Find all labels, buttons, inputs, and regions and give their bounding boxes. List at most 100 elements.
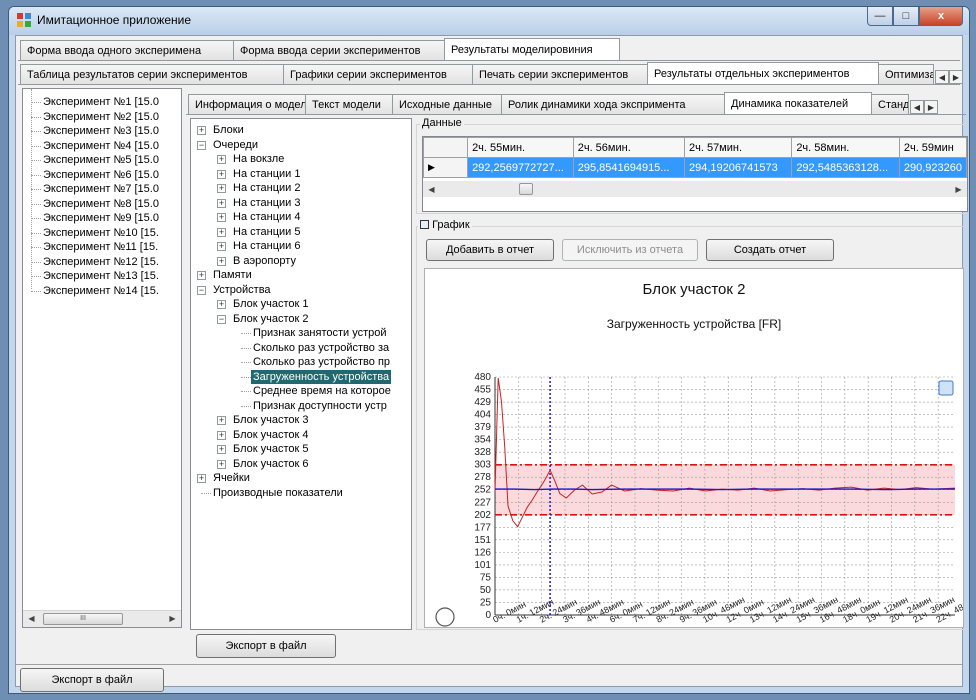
scroll-left-icon[interactable]: ◀: [23, 611, 40, 627]
row-selector-icon[interactable]: ▶: [423, 157, 469, 178]
tab-indicator-dynamics[interactable]: Динамика показателей: [724, 92, 872, 114]
tree-node[interactable]: − Очереди: [191, 138, 411, 153]
grid-scroll-right-icon[interactable]: ▶: [950, 181, 967, 197]
tab-standard[interactable]: Станд: [871, 94, 909, 114]
export-file-inner-button[interactable]: Экспорт в файл: [196, 634, 336, 658]
expand-icon[interactable]: +: [217, 169, 226, 179]
experiment-item[interactable]: Эксперимент №4 [15.0: [23, 139, 181, 154]
tab-series-input[interactable]: Форма ввода серии экспериментов: [233, 40, 445, 60]
expand-icon[interactable]: +: [217, 430, 226, 440]
export-file-button[interactable]: Экспорт в файл: [20, 668, 164, 692]
experiment-item[interactable]: Эксперимент №3 [15.0: [23, 124, 181, 139]
inner-tab-right-icon[interactable]: ▶: [924, 100, 938, 114]
tab-individual-results[interactable]: Результаты отдельных экспериментов: [647, 62, 879, 84]
experiment-item[interactable]: Эксперимент №11 [15.: [23, 240, 181, 255]
tab-scroll-right-icon[interactable]: ▶: [949, 70, 963, 84]
grid-scroll-left-icon[interactable]: ◀: [423, 181, 440, 197]
tree-node[interactable]: + На станции 6: [191, 239, 411, 254]
scroll-right-icon[interactable]: ▶: [164, 611, 181, 627]
scroll-thumb[interactable]: III: [43, 613, 123, 625]
zoom-reset-icon[interactable]: [435, 607, 455, 627]
expand-icon[interactable]: +: [197, 126, 206, 135]
expand-icon[interactable]: +: [217, 459, 226, 469]
experiment-list-scrollbar[interactable]: ◀ III ▶: [23, 610, 181, 627]
tree-node[interactable]: + Блок участок 1: [191, 297, 411, 312]
tree-node[interactable]: Сколько раз устройство пр: [191, 355, 411, 370]
experiment-item[interactable]: Эксперимент №6 [15.0: [23, 168, 181, 183]
experiment-item[interactable]: Эксперимент №9 [15.0: [23, 211, 181, 226]
tree-node[interactable]: + На станции 1: [191, 167, 411, 182]
grid-header[interactable]: 2ч. 58мин.: [791, 137, 900, 158]
tree-node[interactable]: Производные показатели: [191, 486, 411, 501]
tree-node[interactable]: + На станции 4: [191, 210, 411, 225]
experiment-item[interactable]: Эксперимент №1 [15.0: [23, 95, 181, 110]
tab-dynamics-video[interactable]: Ролик динамики хода экспримента: [501, 94, 725, 114]
tree-node[interactable]: + Памяти: [191, 268, 411, 283]
tab-optimization[interactable]: Оптимиза: [878, 64, 934, 84]
experiment-list[interactable]: Эксперимент №1 [15.0 Эксперимент №2 [15.0…: [22, 88, 182, 628]
tree-node[interactable]: Загруженность устройства: [191, 369, 411, 384]
tab-series-print[interactable]: Печать серии экспериментов: [472, 64, 648, 84]
grid-cell[interactable]: 290,923260: [898, 157, 967, 178]
create-report-button[interactable]: Создать отчет: [706, 239, 834, 261]
collapse-icon[interactable]: −: [197, 140, 206, 150]
data-grid-scrollbar[interactable]: ◀ ▶: [423, 181, 967, 197]
tree-node[interactable]: + Блок участок 4: [191, 428, 411, 443]
tab-model-text[interactable]: Текст модели: [305, 94, 393, 114]
expand-icon[interactable]: +: [217, 198, 226, 208]
grid-header[interactable]: 2ч. 55мин.: [467, 137, 574, 158]
tab-scroll-left-icon[interactable]: ◀: [935, 70, 949, 84]
chart-copy-icon[interactable]: [938, 380, 954, 396]
tree-node[interactable]: + На станции 2: [191, 181, 411, 196]
data-grid[interactable]: 2ч. 55мин. 2ч. 56мин. 2ч. 57мин. 2ч. 58м…: [422, 136, 968, 212]
title-bar[interactable]: Имитационное приложение — □ x: [9, 7, 969, 35]
tab-series-charts[interactable]: Графики серии экспериментов: [283, 64, 473, 84]
grid-scroll-thumb[interactable]: [519, 183, 533, 195]
experiment-item[interactable]: Эксперимент №13 [15.: [23, 269, 181, 284]
tree-node[interactable]: + В аэропорту: [191, 254, 411, 269]
tree-node[interactable]: + На вокзле: [191, 152, 411, 167]
tree-node[interactable]: Признак занятости устрой: [191, 326, 411, 341]
grid-cell[interactable]: 292,5485363128...: [791, 157, 900, 178]
grid-cell[interactable]: 294,19206741573: [683, 157, 793, 178]
tree-node[interactable]: + Ячейки: [191, 471, 411, 486]
tab-model-info[interactable]: Информация о модели:: [188, 94, 306, 114]
maximize-button[interactable]: □: [893, 7, 919, 26]
close-button[interactable]: x: [919, 7, 963, 26]
experiment-item[interactable]: Эксперимент №12 [15.: [23, 255, 181, 270]
grid-header[interactable]: 2ч. 56мин.: [572, 137, 685, 158]
tree-node[interactable]: + Блок участок 6: [191, 457, 411, 472]
expand-icon[interactable]: +: [217, 213, 226, 222]
tab-series-table[interactable]: Таблица результатов серии экспериментов: [20, 64, 284, 84]
experiment-item[interactable]: Эксперимент №10 [15.: [23, 226, 181, 241]
tree-node[interactable]: + На станции 3: [191, 196, 411, 211]
tab-source-data[interactable]: Исходные данные: [392, 94, 502, 114]
tree-node[interactable]: Признак доступности устр: [191, 399, 411, 414]
expand-icon[interactable]: +: [217, 256, 226, 266]
expand-icon[interactable]: +: [217, 155, 226, 164]
tree-node[interactable]: + Блок участок 5: [191, 442, 411, 457]
experiment-item[interactable]: Эксперимент №7 [15.0: [23, 182, 181, 197]
expand-icon[interactable]: +: [217, 445, 226, 454]
expand-icon[interactable]: +: [217, 184, 226, 193]
collapse-icon[interactable]: −: [217, 314, 226, 324]
experiment-item[interactable]: Эксперимент №8 [15.0: [23, 197, 181, 212]
expand-icon[interactable]: +: [197, 271, 206, 280]
tree-node[interactable]: + Блоки: [191, 123, 411, 138]
grid-cell[interactable]: 295,8541694915...: [572, 157, 685, 178]
expand-icon[interactable]: +: [217, 416, 226, 425]
graph-toggle-icon[interactable]: [420, 220, 429, 229]
collapse-icon[interactable]: −: [197, 285, 206, 295]
inner-tab-left-icon[interactable]: ◀: [910, 100, 924, 114]
grid-cell[interactable]: 292,2569772727...: [467, 157, 574, 178]
tree-node[interactable]: − Устройства: [191, 283, 411, 298]
tab-modeling-results[interactable]: Результаты моделировиния: [444, 38, 620, 60]
minimize-button[interactable]: —: [867, 7, 893, 26]
tree-node[interactable]: + На станции 5: [191, 225, 411, 240]
expand-icon[interactable]: +: [217, 300, 226, 309]
grid-header[interactable]: 2ч. 59мин: [898, 137, 967, 158]
grid-header[interactable]: 2ч. 57мин.: [683, 137, 793, 158]
indicator-tree[interactable]: + Блоки − Очереди + На вокзле + На станции 1 + На…: [190, 118, 412, 630]
remove-from-report-button[interactable]: Исключить из отчета: [562, 239, 698, 261]
experiment-item[interactable]: Эксперимент №14 [15.: [23, 284, 181, 299]
